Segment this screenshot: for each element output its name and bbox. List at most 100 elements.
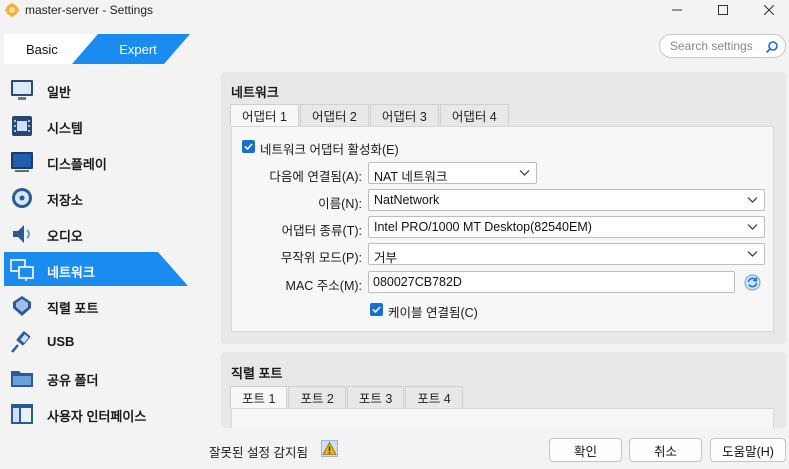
sidebar-item-shared-folders[interactable]: 공유 폴더 [4, 360, 188, 394]
help-button[interactable]: 도움말(H) [710, 438, 786, 462]
mac-address-input[interactable] [373, 275, 713, 289]
serial-section-title: 직렬 포트 [231, 366, 283, 381]
refresh-mac-icon[interactable] [744, 274, 761, 291]
invalid-settings-text: 잘못된 설정 감지됨 [209, 446, 308, 460]
serial-port-tabs: 포트 1 포트 2 포트 3 포트 4 [230, 386, 464, 408]
sidebar-item-system[interactable]: 시스템 [4, 108, 188, 142]
network-panel: 네트워크 어댑터 1 어댑터 2 어댑터 3 어댑터 4 네트워크 어댑터 활성… [221, 72, 786, 344]
sidebar-item-storage[interactable]: 저장소 [4, 180, 188, 214]
checkmark-icon [244, 143, 253, 151]
attached-to-select[interactable]: NAT 네트워크 [368, 162, 537, 184]
usb-plug-icon [11, 331, 31, 353]
tab-adapter-2[interactable]: 어댑터 2 [299, 104, 369, 126]
network-name-select[interactable]: NatNetwork [368, 189, 765, 211]
mac-address-label: MAC 주소(M): [285, 279, 362, 293]
tab-adapter-4[interactable]: 어댑터 4 [439, 104, 509, 126]
checkmark-icon [372, 306, 381, 314]
maximize-button[interactable] [700, 0, 746, 20]
sidebar-item-audio[interactable]: 오디오 [4, 216, 188, 250]
window-title: master-server - Settings [25, 3, 154, 17]
sidebar-item-network[interactable]: 네트워크 [4, 252, 188, 286]
shared-folder-icon [11, 371, 33, 387]
promiscuous-mode-select[interactable]: 거부 [368, 243, 765, 265]
search-box[interactable] [659, 34, 786, 58]
user-interface-icon [11, 404, 33, 424]
serial-ports-panel: 직렬 포트 포트 1 포트 2 포트 3 포트 4 [221, 352, 786, 428]
display-monitor-icon [11, 152, 33, 172]
attached-to-value: NAT 네트워크 [374, 170, 448, 184]
tab-label: 어댑터 3 [381, 110, 427, 124]
ok-button-label: 확인 [573, 444, 597, 459]
serial-port-icon [13, 296, 31, 316]
title-bar: master-server - Settings [0, 0, 789, 20]
audio-speaker-icon [13, 225, 30, 243]
search-icon[interactable] [765, 40, 779, 54]
tab-port-1[interactable]: 포트 1 [230, 386, 288, 408]
enable-adapter-checkbox[interactable] [242, 140, 255, 153]
tab-label: 포트 2 [300, 392, 334, 406]
enable-adapter-label[interactable]: 네트워크 어댑터 활성화(E) [260, 139, 399, 158]
sidebar-item-label: 저장소 [47, 193, 83, 208]
system-chip-icon [12, 116, 32, 136]
sidebar-item-label: 일반 [47, 85, 71, 100]
cancel-button-label: 취소 [653, 444, 677, 459]
chevron-down-icon [519, 170, 530, 176]
sidebar-item-label: 공유 폴더 [47, 373, 99, 388]
sidebar-item-label: 네트워크 [47, 265, 95, 280]
network-icon [10, 259, 34, 281]
promiscuous-mode-label: 무작위 모드(P): [280, 251, 362, 265]
attached-to-label: 다음에 연결됨(A): [269, 170, 362, 184]
warning-icon[interactable] [321, 440, 338, 457]
close-icon [764, 5, 774, 15]
chevron-down-icon [747, 224, 758, 230]
adapter-type-select[interactable]: Intel PRO/1000 MT Desktop(82540EM) [368, 216, 765, 238]
network-section-title: 네트워크 [231, 85, 279, 100]
sidebar-item-user-interface[interactable]: 사용자 인터페이스 [4, 396, 188, 430]
chevron-down-icon [747, 251, 758, 257]
tab-label: 포트 4 [417, 392, 451, 406]
sidebar-item-serial-port[interactable]: 직렬 포트 [4, 288, 188, 322]
sidebar-item-label: USB [47, 334, 75, 349]
serial-port-settings [231, 408, 774, 428]
name-label: 이름(N): [318, 197, 362, 211]
adapter-type-value: Intel PRO/1000 MT Desktop(82540EM) [374, 220, 592, 234]
sidebar-item-label: 오디오 [47, 229, 83, 244]
maximize-icon [718, 5, 728, 15]
cancel-button[interactable]: 취소 [629, 438, 702, 462]
search-input[interactable] [670, 38, 764, 54]
tab-port-3[interactable]: 포트 3 [346, 386, 405, 408]
tab-port-2[interactable]: 포트 2 [288, 386, 346, 408]
adapter-tabs: 어댑터 1 어댑터 2 어댑터 3 어댑터 4 [230, 104, 510, 126]
mac-address-field[interactable] [368, 271, 735, 293]
virtualbox-app-icon [5, 3, 19, 17]
tab-port-4[interactable]: 포트 4 [405, 386, 463, 408]
promiscuous-mode-value: 거부 [374, 251, 398, 265]
tab-label: 포트 3 [358, 392, 393, 406]
ok-button[interactable]: 확인 [549, 438, 622, 462]
storage-disk-icon [12, 188, 32, 208]
sidebar-item-label: 시스템 [47, 121, 83, 136]
tab-label: 포트 1 [242, 392, 276, 406]
sidebar-item-usb[interactable]: USB [4, 324, 188, 358]
minimize-icon [672, 9, 682, 11]
adapter-type-label: 어댑터 종류(T): [281, 224, 362, 238]
adapter-settings: 네트워크 어댑터 활성화(E) 다음에 연결됨(A): NAT 네트워크 이름(… [231, 126, 774, 332]
sidebar-item-label: 디스플레이 [47, 157, 107, 172]
tab-adapter-1[interactable]: 어댑터 1 [230, 104, 299, 126]
tab-label: 어댑터 1 [242, 110, 287, 124]
sidebar-item-display[interactable]: 디스플레이 [4, 144, 188, 178]
help-button-label: 도움말(H) [722, 444, 774, 459]
sidebar-item-general[interactable]: 일반 [4, 72, 188, 106]
cable-connected-checkbox[interactable] [370, 303, 383, 316]
tab-adapter-3[interactable]: 어댑터 3 [369, 104, 439, 126]
cable-connected-label[interactable]: 케이블 연결됨(C) [388, 302, 478, 321]
basic-mode-label: Basic [26, 41, 58, 57]
chevron-down-icon [747, 197, 758, 203]
tab-label: 어댑터 2 [311, 110, 357, 124]
general-monitor-icon [11, 80, 33, 100]
close-button[interactable] [746, 0, 789, 20]
tab-label: 어댑터 4 [451, 110, 497, 124]
expert-mode-label: Expert [119, 41, 157, 57]
minimize-button[interactable] [654, 0, 700, 20]
sidebar-item-label: 직렬 포트 [47, 301, 99, 316]
